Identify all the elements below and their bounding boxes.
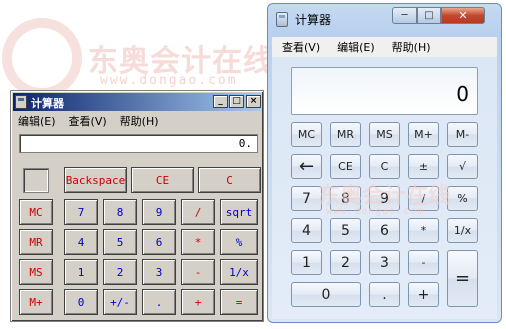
win7-reciprocal-button[interactable]: 1/x <box>447 218 478 243</box>
win7-plus-minus-button[interactable]: ± <box>408 154 439 179</box>
classic-mr-button[interactable]: MR <box>19 229 53 255</box>
win7-window-title: 计算器 <box>295 13 332 27</box>
classic-divide-button[interactable]: / <box>181 199 215 225</box>
classic-window-title: 计算器 <box>31 97 64 110</box>
win7-m-plus-button[interactable]: M+ <box>408 122 439 147</box>
win7-digit-2-button[interactable]: 2 <box>330 250 361 275</box>
classic-c-button[interactable]: C <box>198 167 261 193</box>
win7-add-button[interactable]: + <box>408 282 439 307</box>
win7-display: 0 <box>291 67 478 115</box>
win7-menu-help[interactable]: 帮助(H) <box>392 39 431 55</box>
win7-subtract-button[interactable]: - <box>408 250 439 275</box>
win7-backspace-button[interactable]: ← <box>291 154 322 179</box>
win7-mr-button[interactable]: MR <box>330 122 361 147</box>
win7-digit-5-button[interactable]: 5 <box>330 218 361 243</box>
classic-display: 0. <box>19 134 258 153</box>
win7-digit-4-button[interactable]: 4 <box>291 218 322 243</box>
win7-c-button[interactable]: C <box>369 154 400 179</box>
classic-digit-8-button[interactable]: 8 <box>103 199 137 225</box>
classic-digit-5-button[interactable]: 5 <box>103 229 137 255</box>
win7-multiply-button[interactable]: * <box>408 218 439 243</box>
classic-menu-view[interactable]: 查看(V) <box>69 113 107 129</box>
classic-m-plus-button[interactable]: M+ <box>19 289 53 315</box>
win7-menu-bar: 查看(V) 编辑(E) 帮助(H) <box>272 37 497 57</box>
classic-minimize-button[interactable]: _ <box>213 95 228 108</box>
classic-close-button[interactable]: × <box>246 95 261 108</box>
classic-digit-4-button[interactable]: 4 <box>64 229 98 255</box>
classic-decimal-button[interactable]: . <box>142 289 176 315</box>
win7-digit-0-button[interactable]: 0 <box>291 282 361 307</box>
classic-digit-3-button[interactable]: 3 <box>142 259 176 285</box>
win7-minimize-button[interactable]: ─ <box>392 7 417 24</box>
win7-equals-button[interactable]: = <box>447 250 478 307</box>
watermark-logo <box>2 18 82 98</box>
win7-digit-3-button[interactable]: 3 <box>369 250 400 275</box>
watermark-overlay-url: www.dongao.com <box>326 206 425 217</box>
classic-calculator-window: 计算器 _ □ × 编辑(E) 查看(V) 帮助(H) 0. Backspace… <box>10 90 264 322</box>
classic-mc-button[interactable]: MC <box>19 199 53 225</box>
win7-digit-6-button[interactable]: 6 <box>369 218 400 243</box>
win7-digit-1-button[interactable]: 1 <box>291 250 322 275</box>
classic-display-value: 0. <box>238 137 252 150</box>
classic-digit-0-button[interactable]: 0 <box>64 289 98 315</box>
classic-ce-button[interactable]: CE <box>131 167 194 193</box>
classic-digit-9-button[interactable]: 9 <box>142 199 176 225</box>
classic-subtract-button[interactable]: - <box>181 259 215 285</box>
classic-reciprocal-button[interactable]: 1/x <box>220 259 258 285</box>
win7-m-minus-button[interactable]: M- <box>447 122 478 147</box>
classic-digit-2-button[interactable]: 2 <box>103 259 137 285</box>
win7-menu-edit[interactable]: 编辑(E) <box>337 39 375 55</box>
win7-ms-button[interactable]: MS <box>369 122 400 147</box>
calculator-app-icon <box>15 95 27 109</box>
win7-menu-view[interactable]: 查看(V) <box>282 39 320 55</box>
win7-close-button[interactable]: ✕ <box>441 7 485 24</box>
classic-maximize-button[interactable]: □ <box>229 95 244 108</box>
win7-mc-button[interactable]: MC <box>291 122 322 147</box>
watermark-url: www.dongao.com <box>100 73 238 88</box>
classic-menu-edit[interactable]: 编辑(E) <box>18 113 56 129</box>
win7-ce-button[interactable]: CE <box>330 154 361 179</box>
classic-title-bar: 计算器 _ □ × <box>13 93 261 111</box>
classic-plus-minus-button[interactable]: +/- <box>103 289 137 315</box>
classic-ms-button[interactable]: MS <box>19 259 53 285</box>
classic-menu-help[interactable]: 帮助(H) <box>120 113 159 129</box>
win7-sqrt-button[interactable]: √ <box>447 154 478 179</box>
classic-digit-6-button[interactable]: 6 <box>142 229 176 255</box>
classic-multiply-button[interactable]: * <box>181 229 215 255</box>
win7-display-value: 0 <box>456 82 469 106</box>
classic-digit-1-button[interactable]: 1 <box>64 259 98 285</box>
win7-calculator-window: 计算器 ─ □ ✕ 查看(V) 编辑(E) 帮助(H) 0 MC MR MS M… <box>267 3 502 323</box>
classic-menu-bar: 编辑(E) 查看(V) 帮助(H) <box>15 113 169 129</box>
classic-sqrt-button[interactable]: sqrt <box>220 199 258 225</box>
win7-maximize-button[interactable]: □ <box>417 7 441 24</box>
win7-percent-button[interactable]: % <box>447 186 478 211</box>
classic-equals-button[interactable]: = <box>220 289 258 315</box>
classic-add-button[interactable]: + <box>181 289 215 315</box>
calculator-app-icon <box>276 12 288 27</box>
classic-digit-7-button[interactable]: 7 <box>64 199 98 225</box>
classic-memory-indicator <box>23 168 49 193</box>
classic-backspace-button[interactable]: Backspace <box>64 167 127 193</box>
win7-decimal-button[interactable]: . <box>369 282 400 307</box>
classic-percent-button[interactable]: % <box>220 229 258 255</box>
